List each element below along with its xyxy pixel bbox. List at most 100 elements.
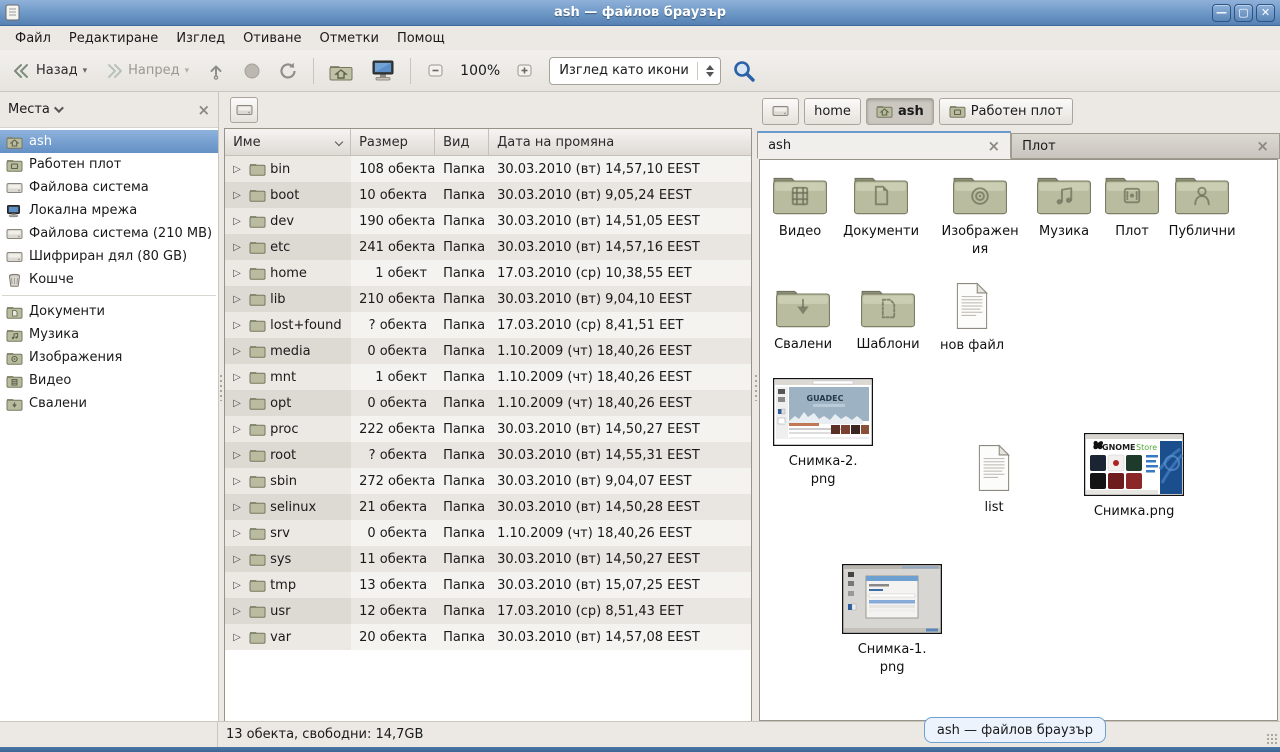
tab-плот[interactable]: Плот× xyxy=(1011,133,1280,159)
icon-item-videos[interactable]: Видео xyxy=(762,172,838,241)
expander-icon[interactable]: ▷ xyxy=(233,580,245,591)
icon-item-listfile[interactable]: list xyxy=(956,444,1032,517)
menu-item-5[interactable]: Отметки xyxy=(310,28,387,49)
table-row-selinux[interactable]: ▷ selinux21 обектаПапка30.03.2010 (вт) 1… xyxy=(225,494,751,520)
breadcrumb-button-home[interactable]: home xyxy=(804,98,861,125)
tab-close-icon[interactable]: × xyxy=(988,137,1001,155)
menu-item-4[interactable]: Отиване xyxy=(234,28,310,49)
tab-close-icon[interactable]: × xyxy=(1256,137,1269,155)
expander-icon[interactable]: ▷ xyxy=(233,294,245,305)
expander-icon[interactable]: ▷ xyxy=(233,476,245,487)
expander-icon[interactable]: ▷ xyxy=(233,216,245,227)
icon-view[interactable]: Видео Документи Изображения Музика Плот … xyxy=(759,159,1278,721)
icon-item-public[interactable]: Публични xyxy=(1162,172,1242,241)
icon-item-snimka[interactable]: GNOME Store Снимка.png xyxy=(1084,433,1184,521)
table-row-tmp[interactable]: ▷ tmp13 обектаПапка30.03.2010 (вт) 15,07… xyxy=(225,572,751,598)
sidebar-item-изображения[interactable]: Изображения xyxy=(0,346,218,369)
pane-splitter[interactable] xyxy=(754,92,757,721)
expander-icon[interactable]: ▷ xyxy=(233,424,245,435)
icon-item-desktop[interactable]: Плот xyxy=(1094,172,1170,241)
sidebar-item-файлова-система-210-mb-[interactable]: Файлова система (210 MB) xyxy=(0,222,218,245)
expander-icon[interactable]: ▷ xyxy=(233,320,245,331)
expander-icon[interactable]: ▷ xyxy=(233,450,245,461)
sidebar-item-работен-плот[interactable]: Работен плот xyxy=(0,153,218,176)
table-row-var[interactable]: ▷ var20 обектаПапка30.03.2010 (вт) 14,57… xyxy=(225,624,751,650)
sidebar-item-документи[interactable]: Документи xyxy=(0,300,218,323)
breadcrumb-button-root[interactable] xyxy=(762,98,799,125)
icon-item-downloads[interactable]: Свалени xyxy=(765,285,841,354)
view-mode-select[interactable]: Изглед като икони xyxy=(549,57,721,85)
column-header-size[interactable]: Размер xyxy=(351,129,435,155)
tab-ash[interactable]: ash× xyxy=(757,131,1011,159)
sidebar-item-кошче[interactable]: Кошче xyxy=(0,268,218,291)
icon-item-snimka2[interactable]: GUADEC Снимка-2.png xyxy=(773,378,873,488)
table-row-home[interactable]: ▷ home1 обектПапка17.03.2010 (ср) 10,38,… xyxy=(225,260,751,286)
reload-button[interactable] xyxy=(272,57,305,85)
sidebar-item-видео[interactable]: Видео xyxy=(0,369,218,392)
icon-item-music[interactable]: Музика xyxy=(1026,172,1102,241)
zoom-in-button[interactable] xyxy=(508,56,541,85)
breadcrumb-button-ash[interactable]: ash xyxy=(866,98,934,125)
table-row-dev[interactable]: ▷ dev190 обектаПапка30.03.2010 (вт) 14,5… xyxy=(225,208,751,234)
minimize-button[interactable]: — xyxy=(1212,4,1231,22)
table-row-etc[interactable]: ▷ etc241 обектаПапка30.03.2010 (вт) 14,5… xyxy=(225,234,751,260)
table-row-bin[interactable]: ▷ bin108 обектаПапка30.03.2010 (вт) 14,5… xyxy=(225,156,751,182)
icon-item-newfile[interactable]: нов файл xyxy=(934,282,1010,355)
computer-button[interactable] xyxy=(364,55,402,86)
table-row-usr[interactable]: ▷ usr12 обектаПапка17.03.2010 (ср) 8,51,… xyxy=(225,598,751,624)
search-button[interactable] xyxy=(725,54,763,88)
expander-icon[interactable]: ▷ xyxy=(233,554,245,565)
expander-icon[interactable]: ▷ xyxy=(233,606,245,617)
maximize-button[interactable]: ▢ xyxy=(1234,4,1253,22)
column-header-type[interactable]: Вид xyxy=(435,129,489,155)
table-row-mnt[interactable]: ▷ mnt1 обектПапка1.10.2009 (чт) 18,40,26… xyxy=(225,364,751,390)
resize-grip[interactable] xyxy=(1266,733,1278,745)
menu-item-3[interactable]: Изглед xyxy=(167,28,234,49)
places-header[interactable]: Места × xyxy=(0,92,218,128)
expander-icon[interactable]: ▷ xyxy=(233,346,245,357)
sidebar-item-свалени[interactable]: Свалени xyxy=(0,392,218,415)
pane-splitter[interactable] xyxy=(219,92,222,721)
table-row-lost+found[interactable]: ▷ lost+found? обектаПапка17.03.2010 (ср)… xyxy=(225,312,751,338)
table-row-media[interactable]: ▷ media0 обектаПапка1.10.2009 (чт) 18,40… xyxy=(225,338,751,364)
table-row-srv[interactable]: ▷ srv0 обектаПапка1.10.2009 (чт) 18,40,2… xyxy=(225,520,751,546)
table-row-sbin[interactable]: ▷ sbin272 обектаПапка30.03.2010 (вт) 9,0… xyxy=(225,468,751,494)
sidebar-item-файлова-система[interactable]: Файлова система xyxy=(0,176,218,199)
filesystem-root-button[interactable] xyxy=(230,97,258,123)
icon-item-snimka1[interactable]: Снимка-1.png xyxy=(840,564,944,676)
column-header-date[interactable]: Дата на промяна xyxy=(489,129,751,155)
back-button[interactable]: Назад▾ xyxy=(6,58,94,84)
table-row-opt[interactable]: ▷ opt0 обектаПапка1.10.2009 (чт) 18,40,2… xyxy=(225,390,751,416)
expander-icon[interactable]: ▷ xyxy=(233,398,245,409)
expander-icon[interactable]: ▷ xyxy=(233,164,245,175)
icon-item-documents[interactable]: Документи xyxy=(841,172,921,241)
column-header-name[interactable]: Име xyxy=(225,129,351,155)
breadcrumb-button-Работен плот[interactable]: Работен плот xyxy=(939,98,1073,125)
expander-icon[interactable]: ▷ xyxy=(233,268,245,279)
menu-item-2[interactable]: Редактиране xyxy=(60,28,167,49)
forward-button[interactable]: Напред▾ xyxy=(98,58,196,84)
expander-icon[interactable]: ▷ xyxy=(233,242,245,253)
expander-icon[interactable]: ▷ xyxy=(233,372,245,383)
icon-item-images[interactable]: Изображения xyxy=(939,172,1021,258)
table-row-proc[interactable]: ▷ proc222 обектаПапка30.03.2010 (вт) 14,… xyxy=(225,416,751,442)
table-row-sys[interactable]: ▷ sys11 обектаПапка30.03.2010 (вт) 14,50… xyxy=(225,546,751,572)
table-row-root[interactable]: ▷ root? обектаПапка30.03.2010 (вт) 14,55… xyxy=(225,442,751,468)
sidebar-item-шифриран-дял-80-gb-[interactable]: Шифриран дял (80 GB) xyxy=(0,245,218,268)
table-row-boot[interactable]: ▷ boot10 обектаПапка30.03.2010 (вт) 9,05… xyxy=(225,182,751,208)
stop-button[interactable] xyxy=(236,57,268,85)
sidebar-close-icon[interactable]: × xyxy=(198,101,211,119)
expander-icon[interactable]: ▷ xyxy=(233,632,245,643)
expander-icon[interactable]: ▷ xyxy=(233,502,245,513)
sidebar-item-музика[interactable]: Музика xyxy=(0,323,218,346)
expander-icon[interactable]: ▷ xyxy=(233,190,245,201)
table-row-lib[interactable]: ▷ lib210 обектаПапка30.03.2010 (вт) 9,04… xyxy=(225,286,751,312)
expander-icon[interactable]: ▷ xyxy=(233,528,245,539)
close-button[interactable]: ✕ xyxy=(1256,4,1275,22)
home-button[interactable] xyxy=(322,56,360,86)
sidebar-item-ash[interactable]: ash xyxy=(0,130,218,153)
sidebar-item-локална-мрежа[interactable]: Локална мрежа xyxy=(0,199,218,222)
icon-item-templates[interactable]: Шаблони xyxy=(849,285,927,354)
up-button[interactable] xyxy=(200,57,232,85)
menu-item-6[interactable]: Помощ xyxy=(388,28,454,49)
